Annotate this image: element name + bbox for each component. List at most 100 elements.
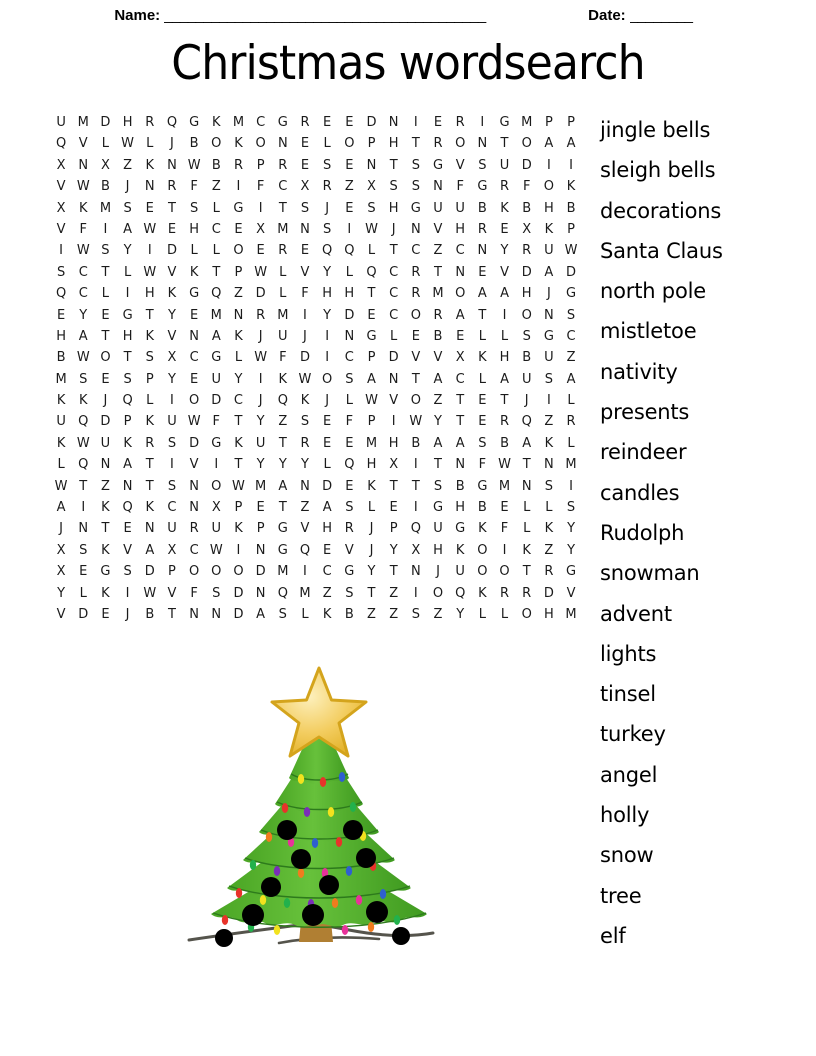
grid-cell[interactable]: X: [161, 347, 183, 368]
grid-cell[interactable]: C: [383, 305, 405, 326]
grid-cell[interactable]: D: [250, 283, 272, 304]
grid-cell[interactable]: M: [227, 112, 249, 133]
grid-cell[interactable]: A: [538, 262, 560, 283]
word-list-item[interactable]: turkey: [600, 714, 816, 754]
grid-cell[interactable]: V: [161, 583, 183, 604]
grid-cell[interactable]: I: [139, 240, 161, 261]
grid-cell[interactable]: Y: [427, 411, 449, 432]
grid-cell[interactable]: G: [272, 112, 294, 133]
grid-cell[interactable]: E: [405, 326, 427, 347]
word-list-item[interactable]: north pole: [600, 271, 816, 311]
grid-cell[interactable]: G: [493, 112, 515, 133]
grid-cell[interactable]: K: [50, 390, 72, 411]
grid-cell[interactable]: J: [360, 540, 382, 561]
grid-cell[interactable]: K: [538, 219, 560, 240]
grid-cell[interactable]: T: [272, 433, 294, 454]
grid-cell[interactable]: K: [72, 390, 94, 411]
grid-cell[interactable]: U: [94, 433, 116, 454]
grid-cell[interactable]: F: [493, 518, 515, 539]
grid-cell[interactable]: A: [50, 497, 72, 518]
wordsearch-grid[interactable]: UMDHRQGKMCGREEDNIERIGMPPQVLWLJBOKONELOPH…: [50, 112, 582, 625]
grid-cell[interactable]: Z: [427, 240, 449, 261]
grid-cell[interactable]: K: [227, 326, 249, 347]
grid-cell[interactable]: T: [471, 305, 493, 326]
grid-cell[interactable]: H: [383, 198, 405, 219]
grid-cell[interactable]: T: [383, 155, 405, 176]
grid-cell[interactable]: L: [94, 283, 116, 304]
grid-cell[interactable]: N: [250, 540, 272, 561]
grid-cell[interactable]: J: [161, 133, 183, 154]
grid-cell[interactable]: T: [94, 518, 116, 539]
grid-cell[interactable]: D: [538, 583, 560, 604]
grid-cell[interactable]: R: [427, 305, 449, 326]
grid-cell[interactable]: G: [538, 326, 560, 347]
grid-cell[interactable]: W: [50, 476, 72, 497]
grid-cell[interactable]: T: [405, 476, 427, 497]
grid-cell[interactable]: T: [360, 583, 382, 604]
grid-cell[interactable]: H: [316, 518, 338, 539]
grid-cell[interactable]: P: [250, 518, 272, 539]
grid-cell[interactable]: J: [294, 326, 316, 347]
grid-cell[interactable]: U: [449, 198, 471, 219]
grid-cell[interactable]: B: [94, 176, 116, 197]
grid-cell[interactable]: V: [294, 262, 316, 283]
grid-cell[interactable]: I: [117, 283, 139, 304]
grid-cell[interactable]: K: [493, 198, 515, 219]
grid-cell[interactable]: R: [294, 433, 316, 454]
grid-cell[interactable]: N: [117, 476, 139, 497]
grid-cell[interactable]: Y: [161, 305, 183, 326]
grid-cell[interactable]: E: [338, 198, 360, 219]
grid-cell[interactable]: E: [360, 305, 382, 326]
grid-cell[interactable]: S: [205, 583, 227, 604]
grid-cell[interactable]: N: [183, 604, 205, 625]
grid-cell[interactable]: T: [449, 411, 471, 432]
grid-cell[interactable]: R: [161, 176, 183, 197]
grid-cell[interactable]: D: [250, 561, 272, 582]
grid-cell[interactable]: I: [405, 454, 427, 475]
grid-cell[interactable]: I: [117, 583, 139, 604]
word-list-item[interactable]: Santa Claus: [600, 231, 816, 271]
grid-cell[interactable]: N: [205, 604, 227, 625]
grid-cell[interactable]: M: [493, 476, 515, 497]
grid-cell[interactable]: C: [338, 347, 360, 368]
grid-cell[interactable]: E: [94, 604, 116, 625]
grid-cell[interactable]: W: [205, 540, 227, 561]
grid-cell[interactable]: M: [94, 198, 116, 219]
grid-cell[interactable]: I: [383, 411, 405, 432]
grid-cell[interactable]: I: [161, 390, 183, 411]
grid-cell[interactable]: I: [250, 369, 272, 390]
grid-cell[interactable]: D: [338, 305, 360, 326]
grid-cell[interactable]: M: [560, 454, 582, 475]
word-list-item[interactable]: holly: [600, 795, 816, 835]
grid-cell[interactable]: G: [449, 518, 471, 539]
grid-cell[interactable]: P: [560, 219, 582, 240]
grid-cell[interactable]: N: [360, 155, 382, 176]
grid-cell[interactable]: Z: [427, 604, 449, 625]
grid-cell[interactable]: N: [516, 476, 538, 497]
grid-cell[interactable]: Y: [316, 262, 338, 283]
grid-cell[interactable]: T: [117, 347, 139, 368]
grid-cell[interactable]: U: [427, 518, 449, 539]
grid-cell[interactable]: B: [205, 155, 227, 176]
grid-cell[interactable]: I: [405, 497, 427, 518]
grid-cell[interactable]: W: [227, 476, 249, 497]
grid-cell[interactable]: T: [94, 262, 116, 283]
grid-cell[interactable]: R: [560, 411, 582, 432]
grid-cell[interactable]: N: [183, 326, 205, 347]
grid-cell[interactable]: O: [205, 561, 227, 582]
grid-cell[interactable]: L: [493, 604, 515, 625]
grid-cell[interactable]: G: [272, 540, 294, 561]
grid-cell[interactable]: Q: [161, 112, 183, 133]
grid-cell[interactable]: Y: [294, 454, 316, 475]
grid-cell[interactable]: T: [227, 411, 249, 432]
grid-cell[interactable]: N: [294, 476, 316, 497]
grid-cell[interactable]: X: [405, 540, 427, 561]
grid-cell[interactable]: K: [227, 133, 249, 154]
grid-cell[interactable]: N: [183, 476, 205, 497]
grid-cell[interactable]: L: [493, 326, 515, 347]
grid-cell[interactable]: I: [227, 176, 249, 197]
grid-cell[interactable]: G: [94, 561, 116, 582]
grid-cell[interactable]: P: [360, 347, 382, 368]
grid-cell[interactable]: N: [471, 240, 493, 261]
grid-cell[interactable]: Y: [449, 604, 471, 625]
